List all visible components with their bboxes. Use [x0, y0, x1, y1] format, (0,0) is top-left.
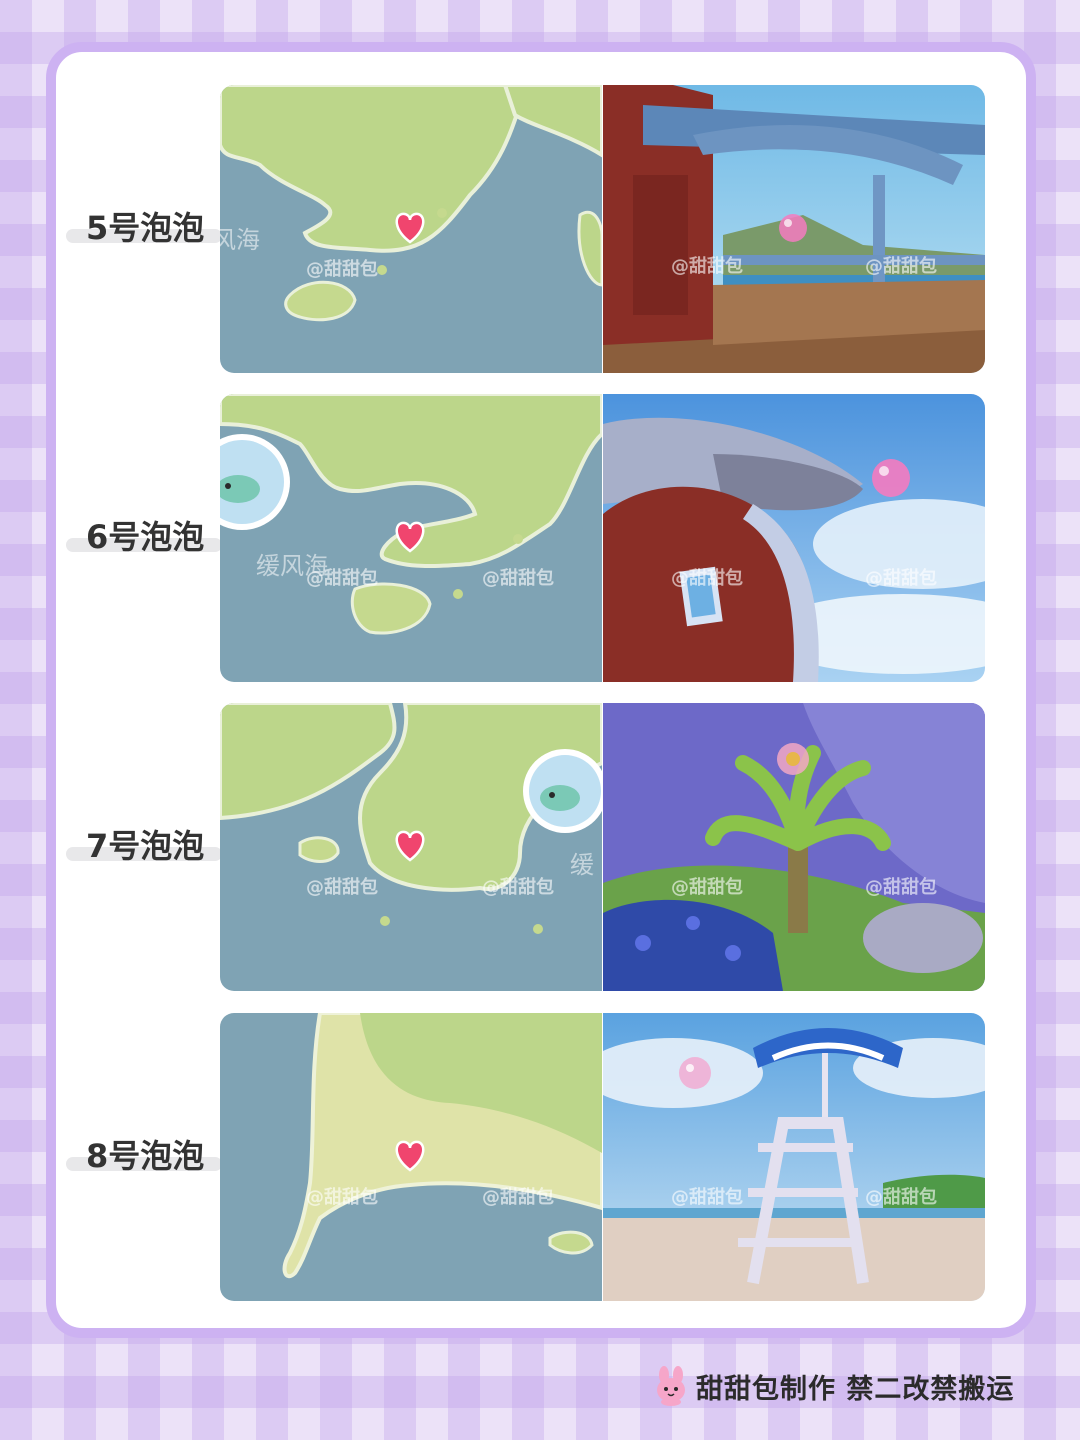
map-thumbnail[interactable]: 缓风海 @甜甜包 @甜甜包 [220, 394, 602, 682]
watermark: @甜甜包 [865, 255, 937, 277]
bubble-label-text: 8号泡泡 [86, 1137, 205, 1175]
bubble-row-6: 6号泡泡 缓风海 @甜甜包 @甜甜包 @甜甜包 @甜甜包 [0, 394, 1080, 682]
watermark: @甜甜包 [306, 1186, 378, 1208]
pink-bubble-icon [872, 459, 910, 497]
watermark: @甜甜包 [671, 567, 743, 589]
pink-bunny-icon [657, 1366, 685, 1406]
sea-name-label: 缓 [570, 851, 594, 879]
scene-screenshot[interactable]: @甜甜包 @甜甜包 [603, 394, 985, 682]
map-thumbnail[interactable]: 缓 @甜甜包 @甜甜包 [220, 703, 602, 991]
watermark: @甜甜包 [306, 567, 378, 589]
pink-bubble-icon [777, 743, 809, 775]
bubble-label: 5号泡泡 [66, 203, 222, 247]
bubble-row-5: 5号泡泡 风海 @甜甜包 @甜甜包 @甜甜包 [0, 85, 1080, 373]
bubble-label: 8号泡泡 [66, 1131, 222, 1175]
scene-screenshot[interactable]: @甜甜包 @甜甜包 [603, 85, 985, 373]
watermark: @甜甜包 [306, 258, 378, 280]
scene-screenshot[interactable]: @甜甜包 @甜甜包 [603, 703, 985, 991]
bubble-label-text: 7号泡泡 [86, 827, 205, 865]
watermark: @甜甜包 [865, 1186, 937, 1208]
map-thumbnail[interactable]: 风海 @甜甜包 [220, 85, 602, 373]
watermark: @甜甜包 [482, 567, 554, 589]
map-thumbnail[interactable]: @甜甜包 @甜甜包 [220, 1013, 602, 1301]
watermark: @甜甜包 [671, 1186, 743, 1208]
footer-text: 甜甜包制作 禁二改禁搬运 [696, 1373, 1015, 1405]
watermark: @甜甜包 [482, 876, 554, 898]
bubble-label: 6号泡泡 [66, 512, 222, 556]
watermark: @甜甜包 [865, 876, 937, 898]
scene-screenshot[interactable]: @甜甜包 @甜甜包 [603, 1013, 985, 1301]
footer-credit: 甜甜包制作 禁二改禁搬运 [654, 1366, 1014, 1406]
sea-name-label: 风海 [220, 226, 260, 254]
watermark: @甜甜包 [865, 567, 937, 589]
bubble-row-8: 8号泡泡 @甜甜包 @甜甜包 @甜甜包 @甜甜包 [0, 1013, 1080, 1301]
bubble-label-text: 6号泡泡 [86, 518, 205, 556]
bubble-label: 7号泡泡 [66, 821, 222, 865]
watermark: @甜甜包 [482, 1186, 554, 1208]
watermark: @甜甜包 [306, 876, 378, 898]
pink-bubble-icon [679, 1057, 711, 1089]
watermark: @甜甜包 [671, 255, 743, 277]
bubble-label-text: 5号泡泡 [86, 209, 205, 247]
bubble-row-7: 7号泡泡 缓 @甜甜包 @甜甜包 @甜甜包 @甜甜包 [0, 703, 1080, 991]
pink-bubble-icon [779, 214, 807, 242]
watermark: @甜甜包 [671, 876, 743, 898]
